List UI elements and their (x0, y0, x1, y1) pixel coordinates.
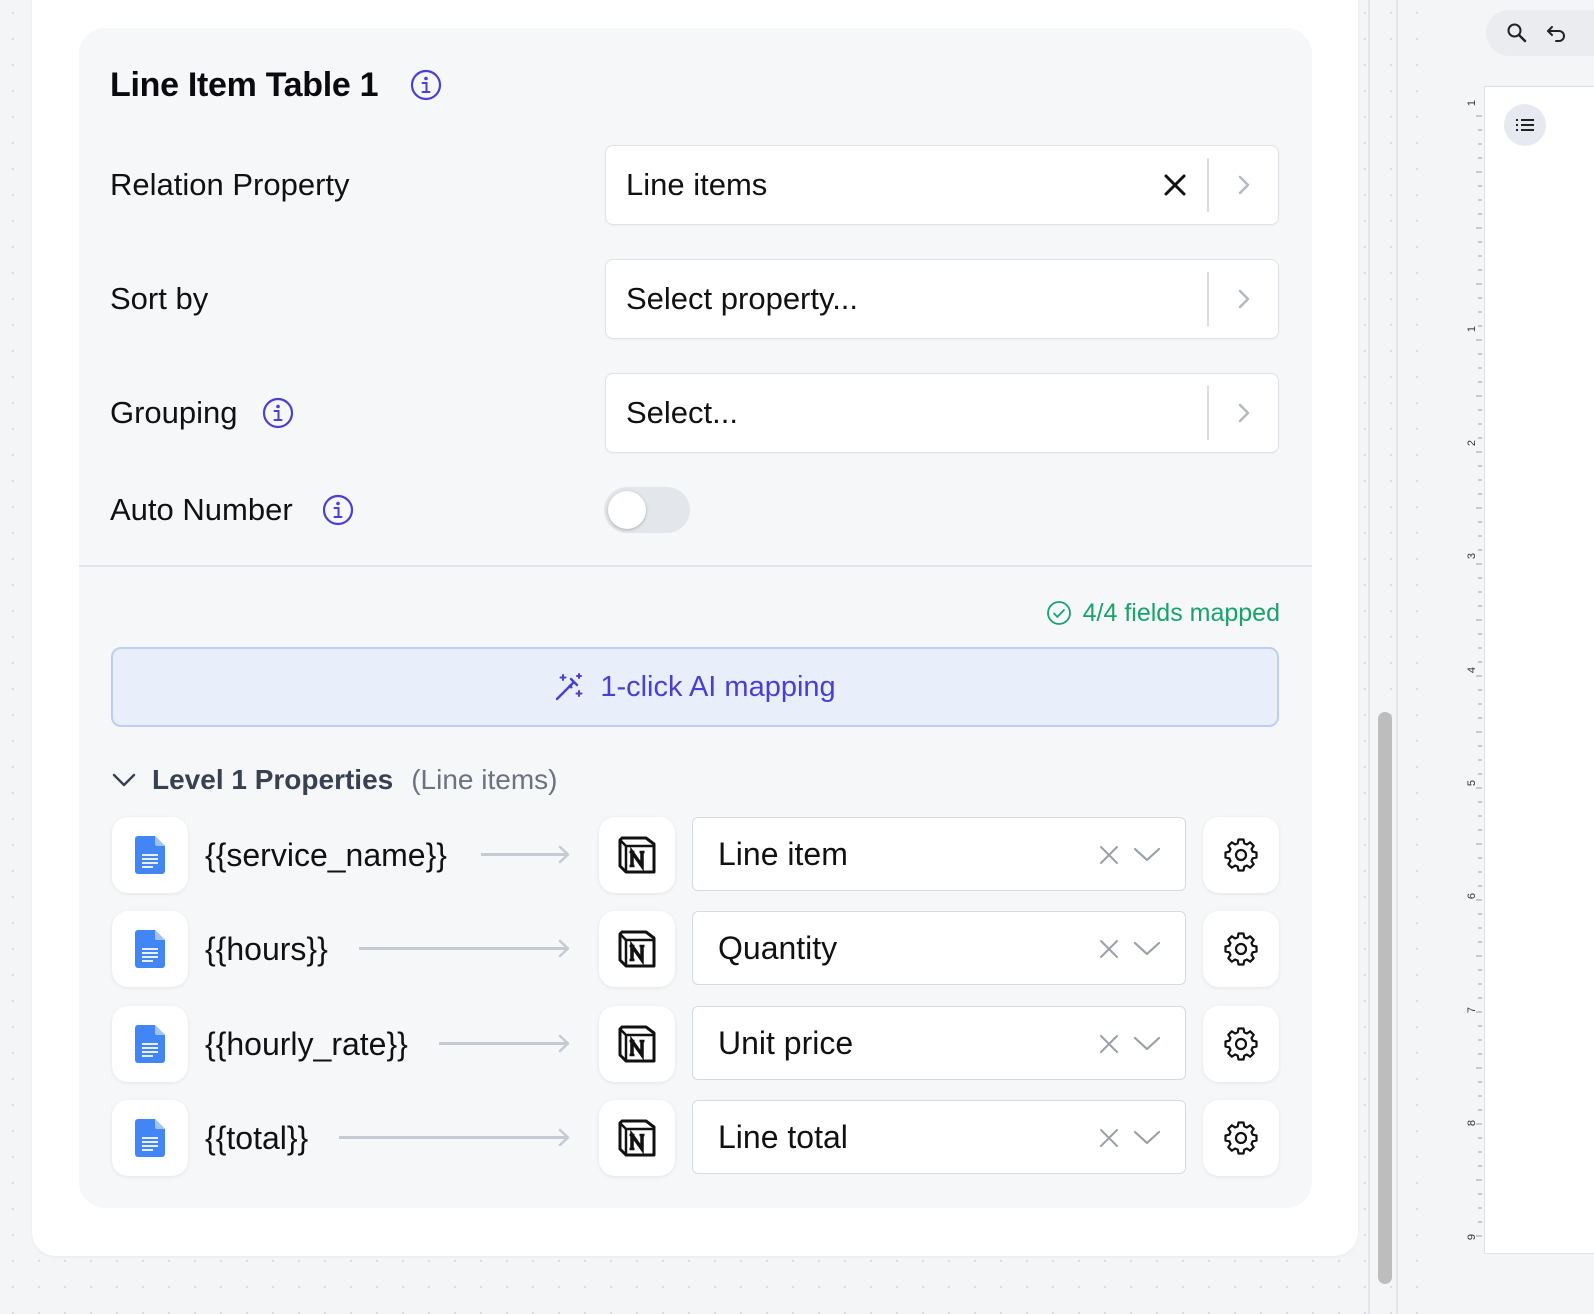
notion-icon (599, 1006, 675, 1082)
relation-property-label: Relation Property (110, 167, 350, 202)
mapping-row: {{hourly_rate}} Unit price (0, 1006, 1594, 1082)
mapping-row: {{service_name}} Line item (0, 817, 1594, 893)
clear-icon[interactable] (1098, 1033, 1120, 1055)
divider (79, 565, 1312, 567)
list-icon (1516, 119, 1534, 131)
chevron-right-icon[interactable] (1234, 286, 1254, 312)
level-subtitle: (Line items) (411, 764, 558, 795)
search-icon[interactable] (1506, 22, 1528, 44)
ruler-label: 5 (1466, 779, 1478, 787)
grouping-label: Grouping (110, 395, 238, 430)
clear-icon[interactable] (1098, 1127, 1120, 1149)
field-value: Line total (718, 1119, 848, 1155)
check-circle-icon (1046, 601, 1071, 625)
google-docs-icon (112, 817, 188, 893)
arrow-right-icon (359, 939, 570, 958)
sort-by-value: Select property... (626, 281, 859, 316)
chevron-down-icon[interactable] (1133, 936, 1161, 960)
info-icon[interactable] (262, 397, 294, 429)
gear-icon (1224, 1027, 1258, 1061)
clear-icon[interactable] (1098, 844, 1120, 866)
info-icon[interactable] (410, 69, 442, 101)
placeholder-text: {{hourly_rate}} (205, 1026, 408, 1062)
toggle-knob (608, 491, 646, 529)
field-value: Unit price (718, 1025, 854, 1061)
auto-number-label: Auto Number (110, 492, 293, 527)
ruler-label: 1 (1466, 325, 1478, 333)
divider (1207, 158, 1209, 212)
undo-icon[interactable] (1546, 24, 1568, 44)
ruler-label: 9 (1466, 1233, 1478, 1241)
chevron-down-icon[interactable] (1133, 842, 1161, 866)
outline-button[interactable] (1504, 104, 1546, 146)
mapping-status-text: 4/4 fields mapped (1082, 599, 1280, 627)
preview-toolbar (1486, 10, 1594, 56)
google-docs-icon (112, 1100, 188, 1176)
placeholder-text: {{hours}} (205, 931, 328, 967)
chevron-down-icon[interactable] (110, 766, 138, 794)
scrollbar[interactable] (1378, 712, 1392, 1284)
field-value: Quantity (718, 930, 838, 966)
settings-button[interactable] (1203, 1100, 1279, 1176)
clear-icon[interactable] (1162, 172, 1188, 198)
notion-field-select[interactable]: Quantity (692, 911, 1186, 985)
google-docs-icon (112, 911, 188, 987)
chevron-down-icon[interactable] (1133, 1031, 1161, 1055)
grouping-select[interactable]: Select... (605, 373, 1279, 453)
settings-button[interactable] (1203, 817, 1279, 893)
chevron-right-icon[interactable] (1234, 172, 1254, 198)
arrow-right-icon (439, 1034, 570, 1053)
settings-button[interactable] (1203, 1006, 1279, 1082)
google-docs-icon (112, 1006, 188, 1082)
divider (1396, 0, 1398, 1314)
relation-property-select[interactable]: Line items (605, 145, 1279, 225)
clear-icon[interactable] (1098, 938, 1120, 960)
gear-icon (1224, 1121, 1258, 1155)
ruler-label: 3 (1466, 552, 1478, 560)
arrow-right-icon (481, 845, 570, 864)
settings-button[interactable] (1203, 911, 1279, 987)
relation-property-value: Line items (626, 167, 768, 202)
ai-mapping-label: 1-click AI mapping (600, 670, 836, 703)
gear-icon (1224, 932, 1258, 966)
ruler-label: 8 (1466, 1119, 1478, 1127)
mapping-row: {{total}} Line total (0, 1100, 1594, 1176)
section-title: Line Item Table 1 (110, 66, 379, 104)
notion-icon (599, 1100, 675, 1176)
auto-number-toggle[interactable] (604, 487, 690, 533)
level-1-header[interactable]: Level 1 Properties (Line items) (110, 762, 558, 798)
divider (1207, 272, 1209, 326)
notion-field-select[interactable]: Line total (692, 1100, 1186, 1174)
gear-icon (1224, 838, 1258, 872)
grouping-value: Select... (626, 395, 738, 430)
ruler-label: 4 (1466, 666, 1478, 674)
placeholder-text: {{service_name}} (205, 837, 447, 873)
ruler-label: 2 (1466, 439, 1478, 447)
sort-by-label: Sort by (110, 281, 209, 316)
arrow-right-icon (339, 1128, 570, 1147)
placeholder-text: {{total}} (205, 1120, 309, 1156)
divider (1207, 386, 1209, 440)
magic-wand-icon (556, 673, 583, 701)
mapping-status: 4/4 fields mapped (1046, 597, 1280, 629)
ruler-label: 6 (1466, 892, 1478, 900)
document-preview[interactable] (1484, 86, 1594, 1254)
sort-by-select[interactable]: Select property... (605, 259, 1279, 339)
notion-field-select[interactable]: Unit price (692, 1006, 1186, 1080)
ruler-label: 7 (1466, 1006, 1478, 1014)
divider (1368, 0, 1370, 1314)
chevron-down-icon[interactable] (1133, 1125, 1161, 1149)
mapping-row: {{hours}} Quantity (0, 911, 1594, 987)
ruler-label: 1 (1466, 99, 1478, 107)
field-value: Line item (718, 836, 848, 872)
notion-field-select[interactable]: Line item (692, 817, 1186, 891)
info-icon[interactable] (322, 494, 354, 526)
notion-icon (599, 817, 675, 893)
level-title: Level 1 Properties (152, 764, 394, 795)
chevron-right-icon[interactable] (1234, 400, 1254, 426)
ai-mapping-button[interactable]: 1-click AI mapping (111, 647, 1279, 727)
notion-icon (599, 911, 675, 987)
